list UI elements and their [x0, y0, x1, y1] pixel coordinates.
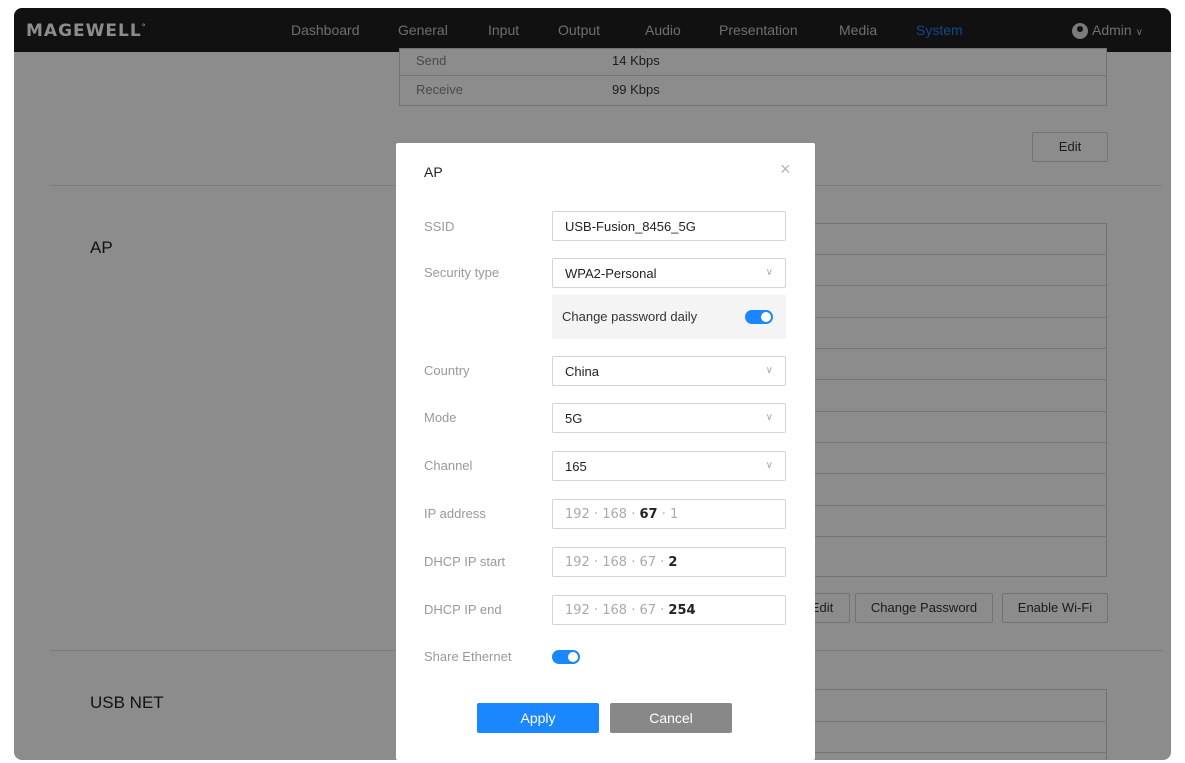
- change-password-daily-label: Change password daily: [562, 309, 698, 324]
- share-ethernet-label: Share Ethernet: [424, 649, 512, 664]
- dhcp-start-label: DHCP IP start: [424, 554, 506, 569]
- ip-address-label: IP address: [424, 506, 486, 521]
- ssid-value: USB-Fusion_8456_5G: [565, 219, 696, 234]
- dhcp-end-value: 192 · 168 · 67 · 254: [565, 603, 696, 618]
- ip-address-input[interactable]: 192 · 168 · 67 · 1: [552, 499, 786, 529]
- security-type-value: WPA2-Personal: [565, 266, 657, 281]
- ssid-input[interactable]: USB-Fusion_8456_5G: [552, 211, 786, 241]
- mode-label: Mode: [424, 410, 457, 425]
- channel-value: 165: [565, 459, 587, 474]
- change-password-daily-panel: Change password daily: [552, 295, 786, 339]
- close-icon[interactable]: ×: [780, 159, 791, 180]
- dhcp-start-value: 192 · 168 · 67 · 2: [565, 555, 678, 570]
- ssid-label: SSID: [424, 219, 455, 234]
- share-ethernet-toggle[interactable]: [552, 650, 580, 664]
- country-select[interactable]: China ∨: [552, 356, 786, 386]
- channel-select[interactable]: 165 ∨: [552, 451, 786, 481]
- cancel-button[interactable]: Cancel: [610, 703, 732, 733]
- apply-button[interactable]: Apply: [477, 703, 599, 733]
- ip-address-value: 192 · 168 · 67 · 1: [565, 507, 679, 522]
- chevron-down-icon: ∨: [765, 460, 773, 471]
- chevron-down-icon: ∨: [765, 267, 773, 278]
- security-type-label: Security type: [424, 265, 500, 280]
- dhcp-start-input[interactable]: 192 · 168 · 67 · 2: [552, 547, 786, 577]
- country-value: China: [565, 364, 599, 379]
- dhcp-end-label: DHCP IP end: [424, 602, 502, 617]
- mode-value: 5G: [565, 411, 583, 426]
- change-password-daily-toggle[interactable]: [745, 310, 773, 324]
- dialog-title: AP: [424, 164, 443, 180]
- chevron-down-icon: ∨: [765, 365, 773, 376]
- channel-label: Channel: [424, 458, 473, 473]
- mode-select[interactable]: 5G ∨: [552, 403, 786, 433]
- dhcp-end-input[interactable]: 192 · 168 · 67 · 254: [552, 595, 786, 625]
- security-type-select[interactable]: WPA2-Personal ∨: [552, 258, 786, 288]
- chevron-down-icon: ∨: [765, 412, 773, 423]
- ap-dialog: AP × SSID USB-Fusion_8456_5G Security ty…: [396, 143, 815, 760]
- country-label: Country: [424, 363, 470, 378]
